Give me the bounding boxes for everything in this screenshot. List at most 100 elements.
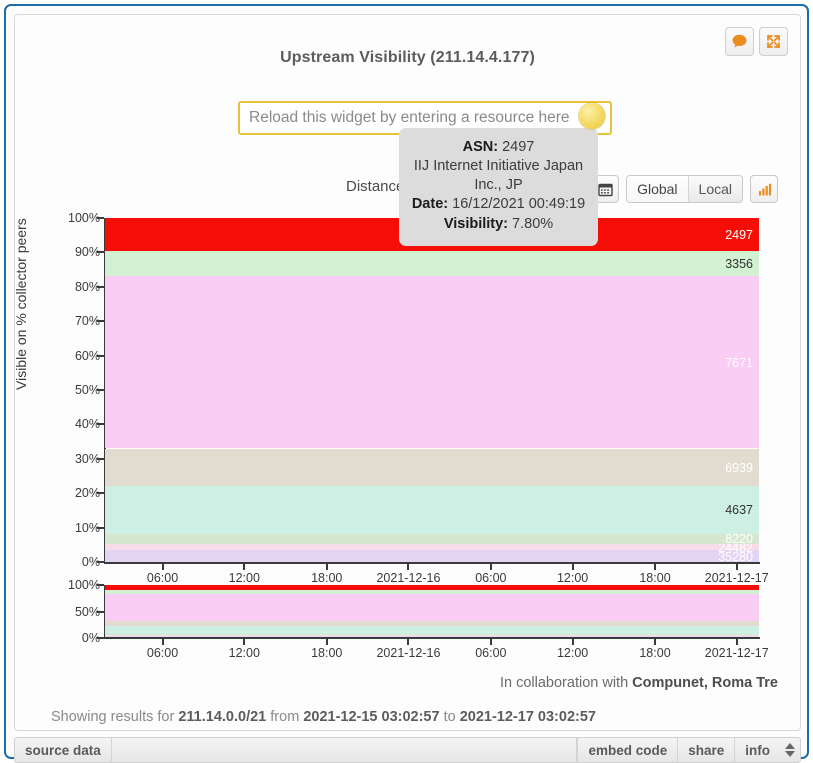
x-tick [243,563,246,570]
y-tick-label: 0% [81,555,100,569]
chart-tooltip: ASN: 2497 IIJ Internet Initiative Japan … [399,128,598,246]
tooltip-date-value: 16/12/2021 00:49:19 [452,196,586,213]
brush-x-axis-line [104,637,760,639]
footer-resize-spinner[interactable] [780,738,800,762]
y-tick-label: 90% [74,245,100,260]
caret-up-icon [785,743,795,749]
collaboration-prefix: In collaboration with [499,675,633,691]
x-tick [654,563,656,570]
area-band-label-6939: 6939 [725,460,753,475]
calendar-icon [597,183,613,196]
area-band-asn-6939[interactable] [105,620,759,627]
collaboration-note: In collaboration with Compunet, Roma Tre [500,675,778,691]
widget-corner-buttons [725,27,788,56]
brush-x-tick [654,638,656,645]
y-tick-label: 10% [74,520,100,535]
brush-x-tick-label: 18:00 [639,646,671,660]
area-band-asn-4637[interactable] [105,485,759,534]
tooltip-asn-value: 2497 [502,139,535,155]
main-chart: Visible on % collector peers 0% 10% 20% 30%… [13,205,802,585]
brush-y-tick-label: 0% [81,631,100,645]
brush-x-tick-label: 06:00 [475,646,507,660]
x-tick [161,563,164,570]
feedback-icon [732,34,747,48]
area-band-asn-8220[interactable] [105,533,759,545]
stacked-area-plot[interactable]: 35280 24482 8220 4637 6939 7671 3356 2497 [105,218,759,562]
brush-stacked-area[interactable] [105,585,759,638]
footer-spacer [112,738,578,762]
area-band-asn-7671[interactable] [105,594,759,621]
collaboration-partner: Compunet, Roma Tre [632,675,778,691]
footer-right-group: embed code share info [577,738,800,762]
y-tick-label: 40% [74,417,100,432]
area-band-label-8220: 8220 [725,532,753,547]
distance-label: Distance [346,178,405,195]
y-axis-title: Visible on % collector peers [13,218,29,390]
results-from-word: from [266,709,304,725]
scope-option-local[interactable]: Local [688,176,742,202]
brush-y-tick-label: 50% [74,604,100,619]
y-tick-label: 60% [74,348,100,363]
x-tick [571,563,574,570]
scope-segmented-control: Global Local [626,175,743,203]
footer-share[interactable]: share [677,738,734,762]
x-tick [325,563,328,570]
chart-toggle-button[interactable] [750,175,778,203]
caret-down-icon [785,751,795,757]
footer-embed-code[interactable]: embed code [577,738,677,762]
expand-button[interactable] [759,27,788,56]
brush-x-tick [735,638,738,645]
area-band-label-4637: 4637 [725,503,753,518]
y-tick-label: 70% [74,314,100,329]
results-from: 2021-12-15 03:02:57 [303,709,440,725]
results-summary: Showing results for 211.14.0.0/21 from 2… [51,709,596,725]
scope-option-global[interactable]: Global [627,176,689,202]
y-tick-label: 50% [74,383,100,397]
area-band-asn-6939[interactable] [105,448,759,486]
area-band-asn-8220[interactable] [105,633,759,636]
tooltip-visibility-row: Visibility: 7.80% [411,215,586,234]
brush-x-tick-label: 12:00 [556,646,589,660]
footer-info[interactable]: info [734,738,780,762]
area-band-asn-7671[interactable] [105,276,759,449]
mouse-cursor-highlight [579,103,605,129]
results-resource: 211.14.0.0/21 [178,709,267,725]
bar-chart-icon [758,183,771,195]
brush-x-tick [489,638,492,645]
area-band-asn-35280[interactable] [105,550,759,562]
area-band-asn-3356[interactable] [105,251,759,277]
y-tick-label: 100% [68,211,100,225]
brush-x-tick [571,638,574,645]
x-tick [407,563,410,570]
y-tick-label: 20% [74,486,100,501]
area-band-asn-4637[interactable] [105,626,759,634]
brush-y-tick-label: 100% [68,578,100,592]
feedback-button[interactable] [725,27,754,56]
area-band-label-7671: 7671 [725,355,753,370]
brush-x-tick [243,638,246,645]
results-to-word: to [439,709,460,725]
widget-frame: Upstream Visibility (211.14.4.177) Dista… [4,4,809,763]
brush-x-tick [407,638,410,645]
results-prefix: Showing results for [51,709,179,725]
footer-source-data[interactable]: source data [15,738,112,762]
brush-chart[interactable]: 0% 50% 100% 06:00 12:00 18:00 2021-12-16 06:00… [15,578,802,660]
brush-x-tick-label: 2021-12-16 [376,646,441,660]
area-band-asn-2497[interactable] [105,585,759,591]
brush-x-tick [161,638,164,645]
tooltip-holder: IIJ Internet Initiative Japan Inc., JP [413,158,584,194]
area-band-label-3356: 3356 [725,257,753,272]
tooltip-visibility-value: 7.80% [512,215,554,232]
results-to: 2021-12-17 03:02:57 [459,709,596,725]
chart-toolbar: Global Local [591,175,778,203]
tooltip-visibility-label: Visibility: [443,215,509,232]
widget-inner-panel: Upstream Visibility (211.14.4.177) Dista… [13,14,802,731]
brush-x-tick-label: 12:00 [228,646,260,660]
area-band-asn-3356[interactable] [105,590,759,595]
area-band-label-2497: 2497 [725,228,753,243]
expand-icon [767,35,780,48]
area-band-asn-24482[interactable] [105,544,759,551]
x-tick [489,563,492,570]
x-axis-line [104,562,760,564]
brush-x-tick-label: 18:00 [311,646,343,660]
